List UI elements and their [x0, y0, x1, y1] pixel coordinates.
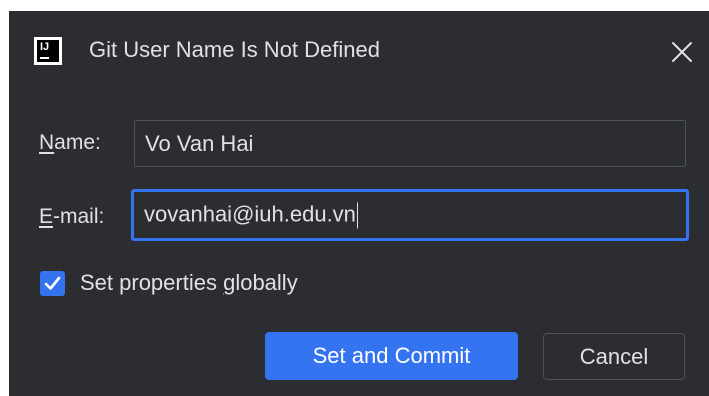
name-field-value: Vo Van Hai — [145, 130, 254, 156]
name-label: Name: — [39, 131, 101, 154]
email-field-value: vovanhai@iuh.edu.vn — [144, 201, 359, 229]
set-globally-checkbox[interactable] — [40, 271, 65, 296]
intellij-icon: IJ — [34, 37, 62, 65]
email-label: E-mail: — [39, 205, 105, 228]
app-icon-text: IJ — [40, 41, 50, 53]
cancel-button[interactable]: Cancel — [543, 333, 685, 380]
dialog-title: Git User Name Is Not Defined — [89, 37, 380, 62]
close-icon[interactable] — [671, 41, 693, 63]
name-field[interactable]: Vo Van Hai — [134, 120, 686, 167]
email-field[interactable]: vovanhai@iuh.edu.vn — [131, 189, 689, 241]
set-and-commit-button[interactable]: Set and Commit — [265, 332, 518, 380]
git-user-dialog: IJ Git User Name Is Not Defined Name: Vo… — [9, 11, 709, 396]
dialog-titlebar: IJ Git User Name Is Not Defined — [9, 11, 709, 89]
set-globally-label[interactable]: Set properties globally — [80, 269, 298, 297]
text-caret — [356, 202, 359, 229]
checkmark-icon — [44, 276, 61, 290]
